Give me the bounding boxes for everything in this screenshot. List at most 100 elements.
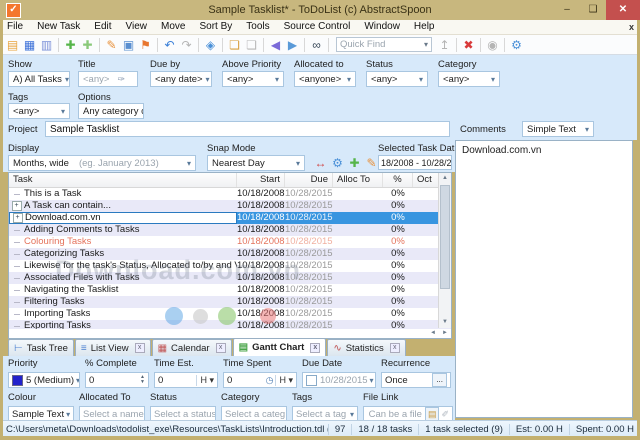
menu-item-tools[interactable]: Tools xyxy=(239,20,276,34)
column-header-alloc-to[interactable]: Alloc To xyxy=(333,173,383,187)
filter-title-input[interactable]: <any> ✑ xyxy=(78,71,138,87)
chevron-down-icon[interactable]: ▾ xyxy=(424,40,428,49)
new-subtask-icon[interactable]: ✚ xyxy=(79,37,96,53)
table-row[interactable]: Importing Tasks10/18/200810/28/20150% xyxy=(9,308,451,320)
set-task-icon-icon[interactable]: ▣ xyxy=(120,37,137,53)
horizontal-split-icon[interactable]: ↔ xyxy=(312,156,329,170)
expand-tasks-icon[interactable]: ❏ xyxy=(226,37,243,53)
column-header-due[interactable]: Due xyxy=(285,173,333,187)
column-header-[interactable]: % xyxy=(383,173,413,187)
tab-close-icon[interactable]: x xyxy=(390,343,400,353)
redo-icon[interactable]: ↷ xyxy=(178,37,195,53)
table-row[interactable]: Adding Comments to Tasks10/18/200810/28/… xyxy=(9,224,451,236)
menu-item-help[interactable]: Help xyxy=(407,20,442,34)
filter-tags-combo[interactable]: <any> xyxy=(8,103,70,119)
preferences-gear-icon[interactable]: ⚙ xyxy=(508,37,525,53)
task-title-cell[interactable]: This is a Task xyxy=(9,188,237,200)
new-task-icon[interactable]: ✚ xyxy=(62,37,79,53)
lock-icon[interactable]: ◉ xyxy=(484,37,501,53)
column-header-start[interactable]: Start xyxy=(237,173,285,187)
task-title-cell[interactable]: Associated Files with Tasks xyxy=(9,272,237,284)
task-title-cell[interactable]: Colouring Tasks xyxy=(9,236,237,248)
menu-item-source-control[interactable]: Source Control xyxy=(277,20,358,34)
filter-category-combo[interactable]: <any> xyxy=(438,71,500,87)
task-title-cell[interactable]: Filtering Tasks xyxy=(9,296,237,308)
filter-allocto-combo[interactable]: <anyone> xyxy=(294,71,356,87)
tab-calendar[interactable]: ▦Calendarx xyxy=(152,339,232,356)
recurrence-field[interactable]: Once ... xyxy=(381,372,451,388)
table-row[interactable]: +Download.com.vn10/18/200810/28/20150% xyxy=(9,212,451,224)
due-date-checkbox[interactable] xyxy=(306,375,317,386)
task-title-cell[interactable]: Importing Tasks xyxy=(9,308,237,320)
forward-icon[interactable]: ▶ xyxy=(284,37,301,53)
time-est-unit-button[interactable]: H ▾ xyxy=(196,375,214,386)
maximize-view-icon[interactable]: ◈ xyxy=(202,37,219,53)
menu-item-view[interactable]: View xyxy=(119,20,155,34)
scroll-down-icon[interactable]: ▼ xyxy=(439,317,451,328)
tab-statistics[interactable]: ∿Statisticsx xyxy=(327,339,405,356)
plus-icon[interactable]: + xyxy=(13,213,23,223)
menu-item-file[interactable]: File xyxy=(0,20,30,34)
menu-item-edit[interactable]: Edit xyxy=(87,20,118,34)
filter-priority-combo[interactable]: <any> xyxy=(222,71,284,87)
expand-comments-icon[interactable]: ❏ xyxy=(243,37,260,53)
column-header-task[interactable]: Task xyxy=(9,173,237,187)
priority-combo[interactable]: 5 (Medium)▾ xyxy=(8,372,80,388)
tab-list-view[interactable]: ≡List Viewx xyxy=(75,339,151,356)
spinner-arrows-icon[interactable]: ▲▼ xyxy=(140,375,145,385)
menu-item-window[interactable]: Window xyxy=(357,20,407,34)
comments-panel[interactable]: Download.com.vn xyxy=(455,140,633,418)
filter-status-combo[interactable]: <any> xyxy=(366,71,428,87)
task-title-cell[interactable]: Categorizing Tasks xyxy=(9,248,237,260)
time-spent-field[interactable]: 0 ◷ H ▾ xyxy=(223,372,297,388)
task-title-cell[interactable]: Adding Comments to Tasks xyxy=(9,224,237,236)
scrollbar-thumb[interactable] xyxy=(440,185,450,289)
pct-complete-spinner[interactable]: 0 ▲▼ xyxy=(85,372,149,388)
menu-item-new-task[interactable]: New Task xyxy=(30,20,87,34)
column-header-oct[interactable]: Oct xyxy=(413,173,441,187)
table-row[interactable]: This is a Task10/18/200810/28/20150% xyxy=(9,188,451,200)
table-row[interactable]: Colouring Tasks10/18/200810/28/20150% xyxy=(9,236,451,248)
megaphone-icon[interactable]: ⚑ xyxy=(137,37,154,53)
table-row[interactable]: Associated Files with Tasks10/18/200810/… xyxy=(9,272,451,284)
plus-icon[interactable]: + xyxy=(12,201,22,211)
due-date-picker[interactable]: 10/28/2015▾ xyxy=(302,372,376,388)
filter-dueby-combo[interactable]: <any date> xyxy=(150,71,212,87)
undo-icon[interactable]: ↶ xyxy=(161,37,178,53)
expand-toggle-icon[interactable]: + xyxy=(10,213,25,223)
title-filter-options-icon[interactable]: ✑ xyxy=(117,74,125,85)
edit-task-icon[interactable]: ✎ xyxy=(103,37,120,53)
table-row[interactable]: +A Task can contain...10/18/200810/28/20… xyxy=(9,200,451,212)
time-est-field[interactable]: 0 H ▾ xyxy=(154,372,218,388)
recurrence-more-button[interactable]: ... xyxy=(432,373,447,387)
tab-gantt-chart[interactable]: ▤Gantt Chartx xyxy=(233,338,327,356)
snap-mode-combo[interactable]: Nearest Day xyxy=(207,155,305,171)
tab-close-icon[interactable]: x xyxy=(216,343,226,353)
tab-close-icon[interactable]: x xyxy=(310,343,320,353)
display-combo[interactable]: Months, wide (eg. January 2013) xyxy=(8,155,196,171)
task-title-cell[interactable]: +Download.com.vn xyxy=(9,212,237,224)
find-tasks-icon[interactable]: ∞ xyxy=(308,37,325,53)
task-title-cell[interactable]: Navigating the Tasklist xyxy=(9,284,237,296)
gantt-preferences-icon[interactable]: ⚙ xyxy=(329,156,346,170)
table-row[interactable]: Likewise for the task's Status, Allocate… xyxy=(9,260,451,272)
vertical-scrollbar[interactable]: ▲ ▼ xyxy=(438,173,451,328)
expand-toggle-icon[interactable]: + xyxy=(9,201,24,211)
table-row[interactable]: Navigating the Tasklist10/18/200810/28/2… xyxy=(9,284,451,296)
project-input[interactable]: Sample Tasklist xyxy=(45,121,450,137)
table-row[interactable]: Filtering Tasks10/18/200810/28/20150% xyxy=(9,296,451,308)
back-icon[interactable]: ◀ xyxy=(267,37,284,53)
open-tasklist-icon[interactable]: ▤ xyxy=(4,37,21,53)
menubar-close-icon[interactable]: x xyxy=(629,22,634,32)
quick-find-input[interactable]: Quick Find▾ xyxy=(336,37,432,52)
task-title-cell[interactable]: Likewise for the task's Status, Allocate… xyxy=(9,260,237,272)
save-tasklist-icon[interactable]: ▦ xyxy=(21,37,38,53)
scroll-left-icon[interactable]: ◄ xyxy=(427,329,439,338)
browse-file-icon[interactable]: ▤ xyxy=(425,407,440,421)
filter-options-combo[interactable]: Any category c... xyxy=(78,103,144,119)
menu-item-sort-by[interactable]: Sort By xyxy=(192,20,239,34)
save-all-icon[interactable]: ▥ xyxy=(38,37,55,53)
task-title-cell[interactable]: +A Task can contain... xyxy=(9,200,237,212)
tab-close-icon[interactable]: x xyxy=(135,343,145,353)
gantt-new-task-icon[interactable]: ✚ xyxy=(346,156,363,170)
